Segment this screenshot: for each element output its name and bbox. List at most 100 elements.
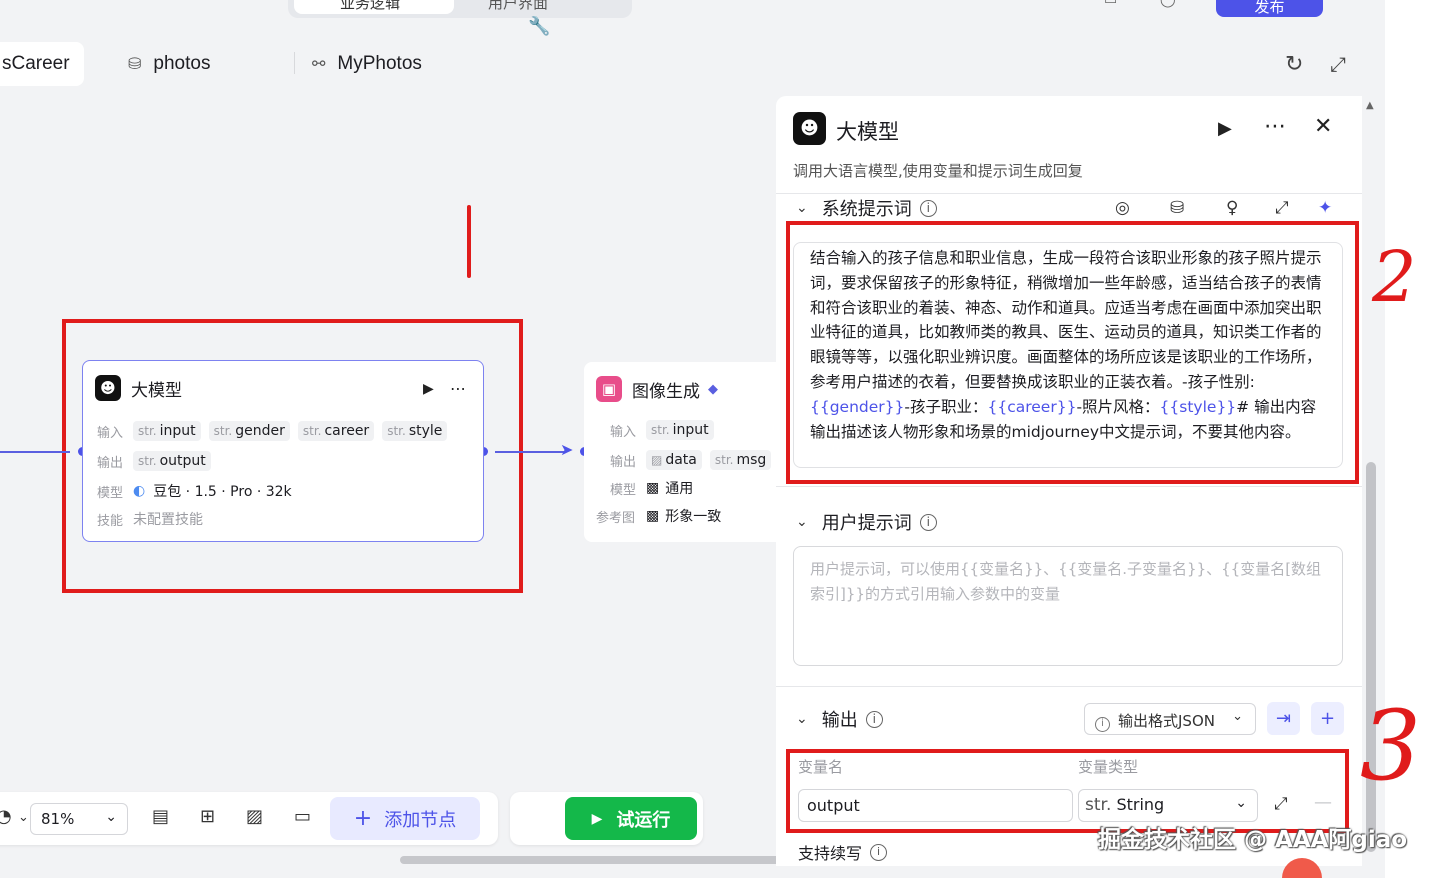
grid-layout-icon[interactable]: ⊞ [200, 806, 215, 827]
divider [776, 686, 1362, 687]
tab-business-logic[interactable]: 业务逻辑 [294, 0, 454, 14]
system-prompt-header[interactable]: ⌄ 系统提示词 i [796, 195, 937, 221]
skill-value: 未配置技能 [133, 512, 203, 528]
output-format-select[interactable]: i 输出格式JSON ⌄ [1084, 703, 1256, 735]
add-output-button[interactable]: + [1311, 702, 1344, 735]
user-prompt-textarea[interactable]: 用户提示词，可以使用{{变量名}}、{{变量名.子变量名}}、{{变量名[数组索… [793, 546, 1343, 666]
image-icon[interactable]: ▨ [246, 806, 263, 827]
horizontal-scrollbar[interactable] [400, 856, 780, 864]
node-more-icon[interactable]: ⋯ [450, 379, 467, 398]
wrench-icon[interactable]: 🔧 [528, 16, 550, 37]
input-chip: str. input [646, 420, 714, 440]
add-node-label: 添加节点 [384, 809, 457, 831]
ref-label: 参考图 [596, 510, 636, 526]
info-icon[interactable]: i [870, 843, 888, 861]
test-run-button[interactable]: ▶ 试运行 [565, 797, 697, 840]
fullscreen-icon[interactable]: ⤢ [1330, 52, 1346, 76]
watermark: 掘金技术社区 @ AAA阿giao [1098, 827, 1408, 853]
more-icon[interactable]: ⋯ [1264, 114, 1287, 139]
chevron-down-icon: ⌄ [105, 809, 117, 825]
skill-label: 技能 [97, 513, 124, 529]
file-tabs: sCareer ⛁ photos ⚯ MyPhotos [0, 40, 1378, 88]
tab-photos[interactable]: ⛁ photos [128, 42, 210, 86]
zoom-select[interactable]: 81% ⌄ [30, 803, 128, 835]
output-header[interactable]: ⌄ 输出 i [796, 706, 883, 732]
edge-arrow-icon: ➤ [560, 440, 574, 459]
input-chip: str. gender [208, 421, 290, 441]
model-thumb-icon: ▩ [646, 480, 660, 496]
lightbulb-icon[interactable]: ♀ [1226, 198, 1238, 218]
close-icon[interactable]: ✕ [1314, 114, 1332, 139]
stream-output-label: 支持续写 i [798, 840, 888, 864]
import-icon[interactable]: ⇥ [1267, 702, 1300, 735]
image-gen-icon: ▣ [596, 376, 622, 402]
edge-llm-to-image [495, 451, 565, 453]
chevron-down-icon: ⌄ [796, 200, 808, 216]
node-run-icon[interactable]: ▶ [423, 381, 434, 397]
llm-bot-icon: ☻ [793, 112, 826, 145]
divider [776, 193, 1362, 194]
input-label: 输入 [97, 425, 124, 441]
comment-icon[interactable]: ▤ [152, 806, 169, 827]
zoom-value: 81% [41, 810, 75, 828]
chevron-down-icon: ⌄ [1232, 709, 1243, 724]
user-prompt-header[interactable]: ⌄ 用户提示词 i [796, 509, 937, 535]
model-label: 模型 [610, 482, 637, 498]
expand-icon[interactable]: ⤢ [1275, 198, 1289, 218]
format-value: 输出格式JSON [1118, 712, 1215, 730]
tab-label: sCareer [2, 53, 70, 74]
node-title: 大模型 [131, 380, 182, 401]
ref-thumb-icon: ▩ [646, 508, 660, 524]
minimap-icon[interactable]: ▭ [294, 806, 311, 827]
panel-description: 调用大语言模型,使用变量和提示词生成回复 [793, 162, 1083, 180]
model-value: 通用 [665, 481, 694, 497]
chevron-down-icon[interactable]: ⌄ [18, 810, 29, 825]
image-gen-node[interactable]: ▣ 图像生成 ◆ 输入 str. input 输出 ▨ data str. msg 模… [584, 362, 784, 542]
run-node-icon[interactable]: ▶ [1218, 118, 1232, 139]
diamond-icon: ◆ [708, 381, 718, 397]
output-chip: str. output [133, 451, 211, 471]
output-label: 输出 [97, 455, 124, 471]
ai-optimize-icon[interactable]: ✦ [1318, 198, 1332, 218]
stream-text: 支持续写 [798, 844, 863, 863]
scroll-up-icon[interactable]: ▲ [1366, 100, 1374, 111]
llm-node[interactable]: ☻ 大模型 ▶ ⋯ 输入 str. input str. gender str. ca… [82, 360, 484, 542]
canvas-toolbar: ◔ ⌄ 81% ⌄ ▤ ⊞ ▨ ▭ + 添加节点 [0, 792, 498, 845]
info-icon: i [1095, 717, 1110, 732]
info-icon[interactable]: i [865, 710, 883, 728]
run-label: 试运行 [616, 809, 671, 831]
input-label: 输入 [610, 424, 637, 440]
info-icon[interactable]: i [919, 513, 937, 531]
plus-icon: + [353, 806, 373, 831]
settings-icon[interactable]: ◯ [1160, 0, 1176, 8]
tab-label: MyPhotos [337, 53, 422, 74]
compass-icon[interactable]: ◎ [1115, 198, 1130, 218]
annotation-2: 2 [1372, 236, 1417, 318]
library-icon[interactable]: ⛁ [1170, 198, 1184, 218]
annotation-1-mark [467, 205, 471, 278]
divider [776, 486, 1362, 487]
panel-title: 大模型 [836, 120, 899, 144]
tab-label: photos [153, 53, 211, 74]
add-node-button[interactable]: + 添加节点 [330, 797, 480, 840]
node-title: 图像生成 [632, 381, 700, 402]
input-chip: str. career [297, 421, 375, 441]
output-chip: str. msg [709, 450, 772, 470]
info-icon[interactable]: i [919, 199, 937, 217]
database-icon: ⛁ [128, 56, 142, 73]
pointer-icon[interactable]: ◔ [0, 806, 12, 827]
tab-user-interface[interactable]: 用户界面 [488, 0, 548, 13]
chevron-down-icon: ⌄ [796, 711, 808, 727]
refresh-icon[interactable]: ↻ [1285, 52, 1303, 77]
view-switcher: 业务逻辑 用户界面 [288, 0, 632, 18]
output-label: 输出 [610, 454, 637, 470]
output-chip: ▨ data [646, 450, 702, 470]
edge-in [0, 451, 70, 453]
annotation-box-system-prompt [786, 221, 1359, 484]
section-title: 用户提示词 [821, 513, 912, 534]
publish-button[interactable]: 发布 [1216, 0, 1323, 17]
tab-scareer[interactable]: sCareer [0, 42, 84, 86]
history-icon[interactable]: ▭ [1104, 0, 1117, 8]
tab-myphotos[interactable]: ⚯ MyPhotos [312, 42, 422, 86]
section-title: 输出 [821, 710, 858, 731]
